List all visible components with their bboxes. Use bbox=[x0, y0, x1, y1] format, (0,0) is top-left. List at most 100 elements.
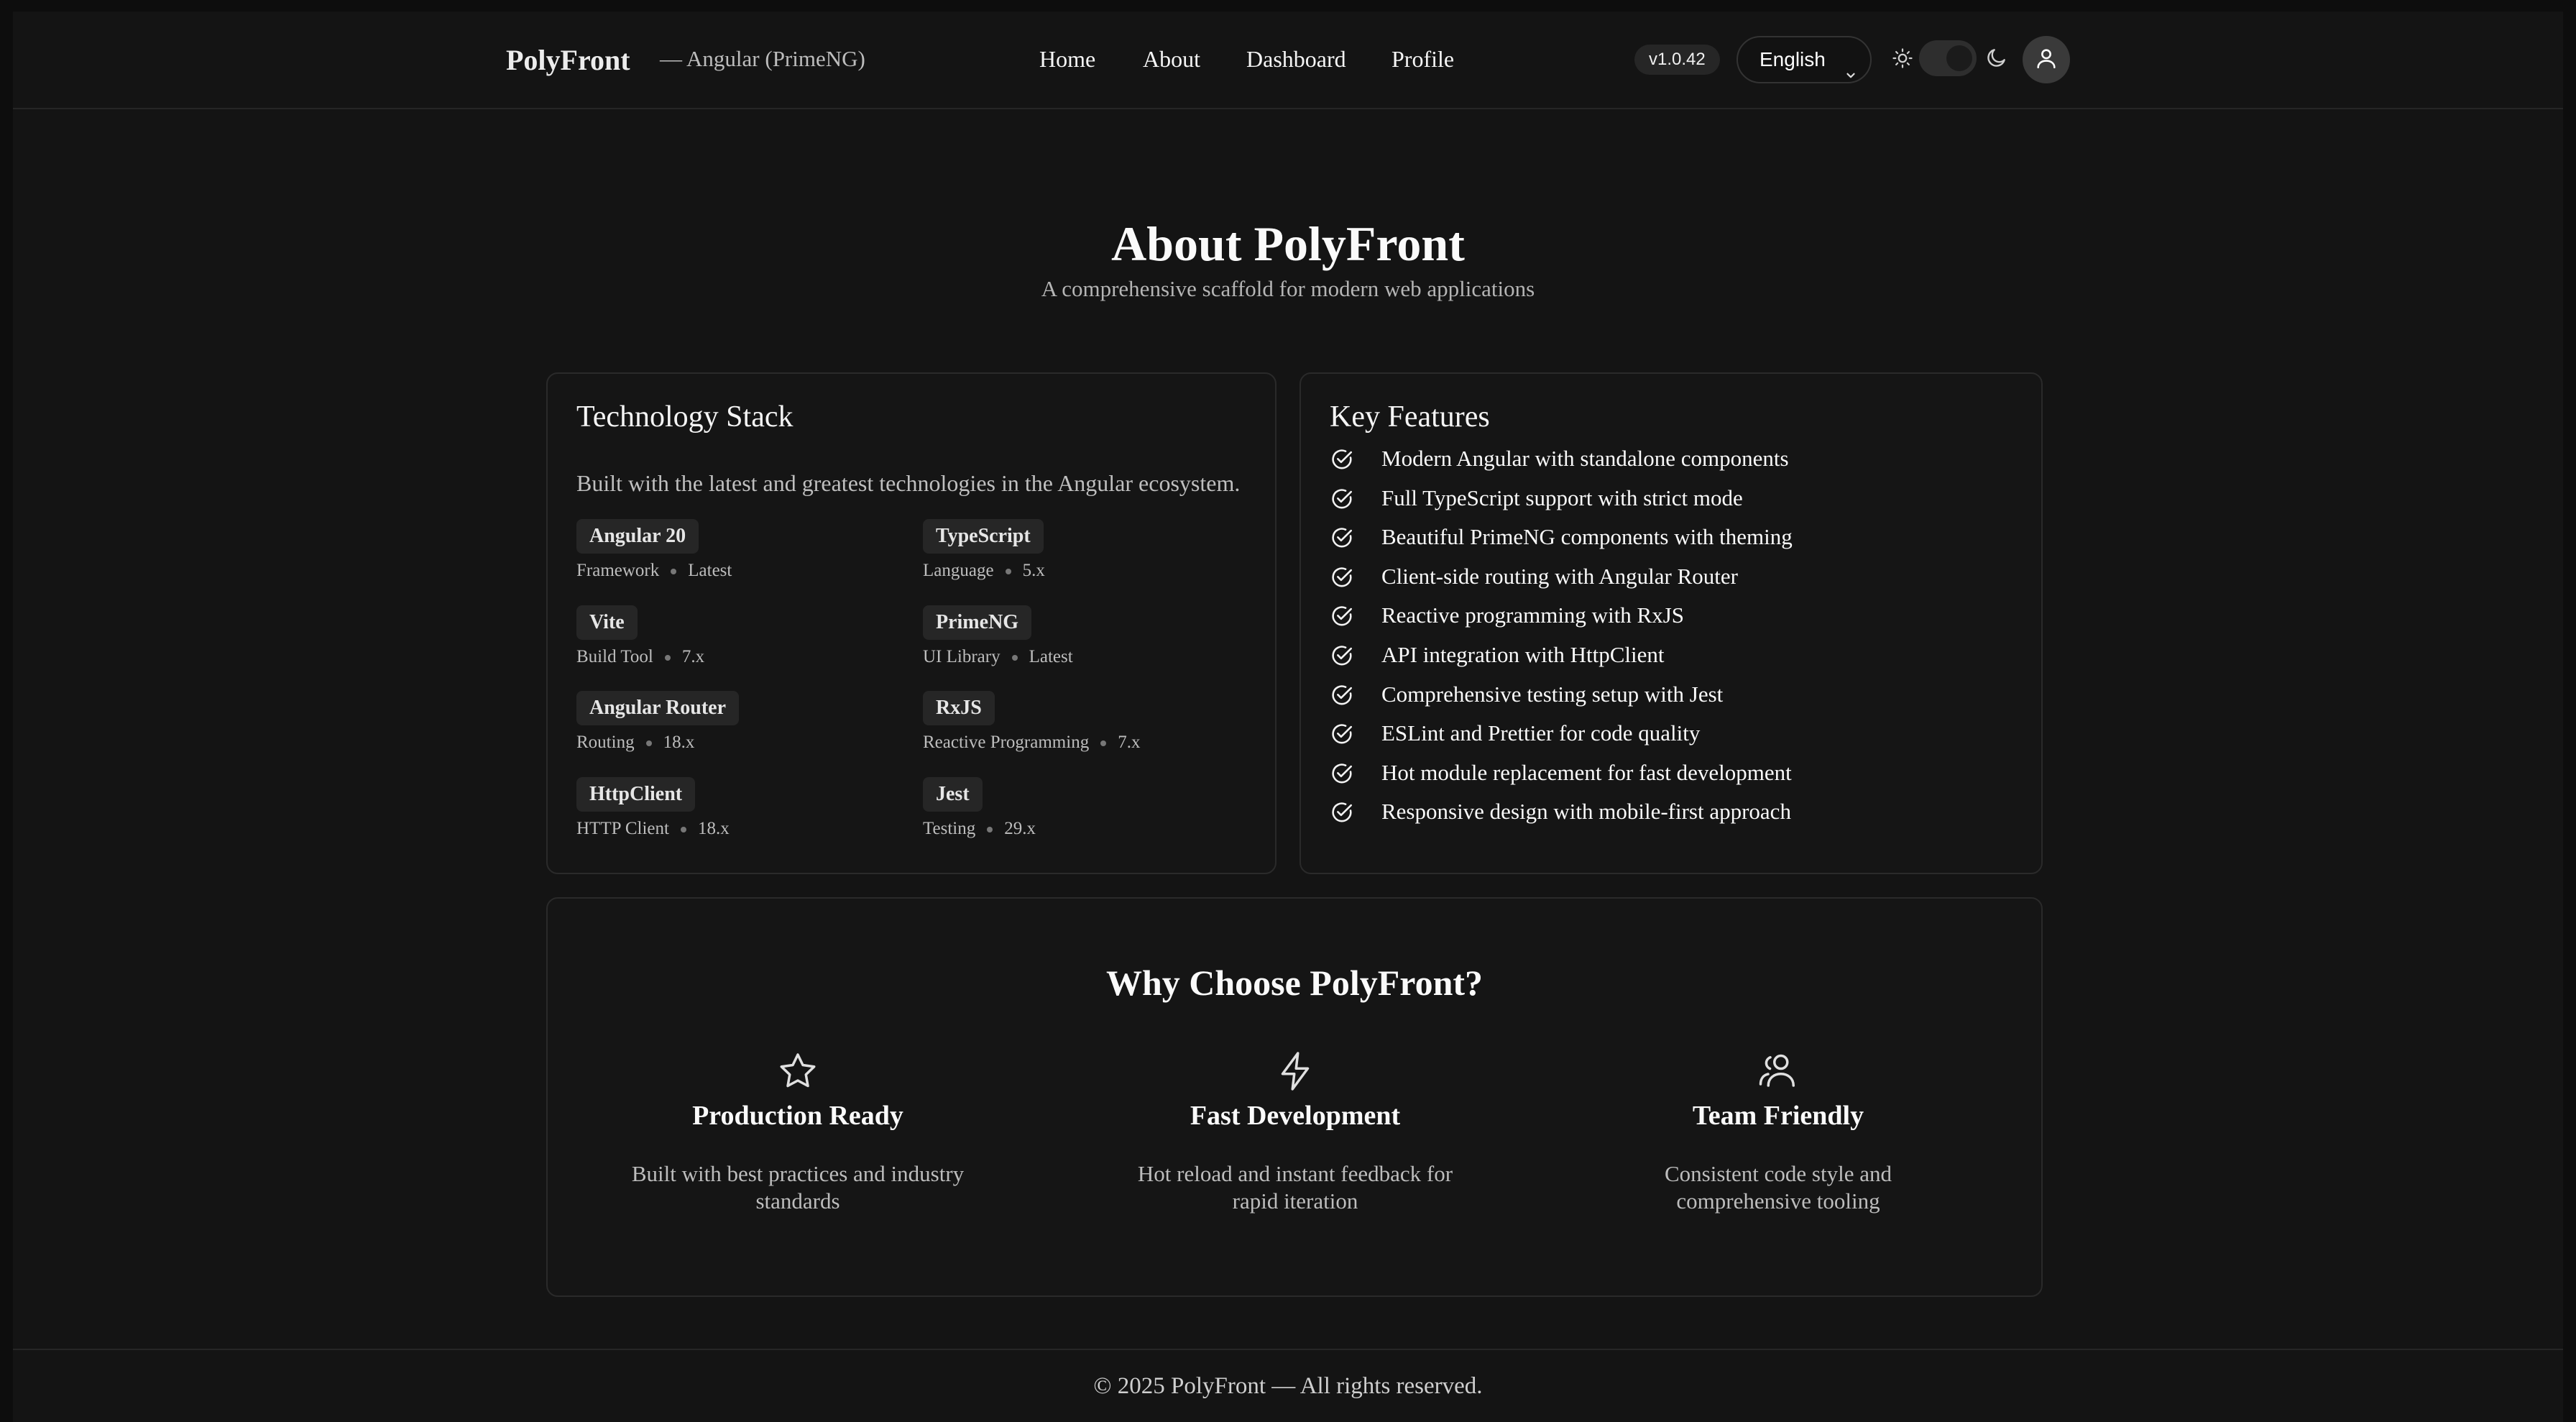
tech-version: 29.x bbox=[1004, 819, 1036, 838]
feature-text: Responsive design with mobile-first appr… bbox=[1381, 799, 1791, 825]
user-icon bbox=[2034, 46, 2058, 74]
tech-chip: HttpClient bbox=[576, 777, 696, 812]
nav-home[interactable]: Home bbox=[1039, 46, 1095, 73]
separator-dot bbox=[664, 655, 671, 661]
feature-text: Modern Angular with standalone component… bbox=[1381, 446, 1789, 471]
tech-version: Latest bbox=[1029, 647, 1073, 666]
feature-item: Responsive design with mobile-first appr… bbox=[1330, 797, 1793, 837]
tech-item: TypeScript Language 5.x bbox=[923, 519, 1045, 581]
tech-version: 18.x bbox=[697, 819, 730, 838]
benefit-team-friendly: Team Friendly Consistent code style and … bbox=[1563, 1050, 1994, 1215]
check-circle-icon bbox=[1330, 643, 1354, 675]
tech-category: Testing bbox=[923, 819, 976, 838]
feature-text: Client-side routing with Angular Router bbox=[1381, 563, 1738, 589]
check-circle-icon bbox=[1330, 526, 1354, 557]
brand-logo[interactable]: PolyFront bbox=[506, 43, 630, 77]
feature-text: Comprehensive testing setup with Jest bbox=[1381, 681, 1724, 707]
tech-chip: Angular 20 bbox=[576, 519, 699, 554]
benefit-description: Consistent code style and comprehensive … bbox=[1665, 1161, 1892, 1214]
separator-dot bbox=[1005, 569, 1011, 575]
nav-about[interactable]: About bbox=[1143, 46, 1200, 73]
tech-meta: Language 5.x bbox=[923, 561, 1045, 581]
chevron-down-icon bbox=[1844, 53, 1857, 98]
separator-dot bbox=[1100, 740, 1107, 747]
feature-item: Comprehensive testing setup with Jest bbox=[1330, 680, 1793, 720]
check-circle-icon bbox=[1330, 761, 1354, 793]
moon-icon bbox=[1985, 46, 2008, 73]
language-select[interactable]: English bbox=[1736, 36, 1872, 83]
separator-dot bbox=[987, 827, 993, 833]
tech-chip: PrimeNG bbox=[923, 605, 1032, 640]
footer-copyright: © 2025 PolyFront — All rights reserved. bbox=[1093, 1373, 1483, 1399]
tech-item: Angular 20 Framework Latest bbox=[576, 519, 732, 581]
user-avatar-button[interactable] bbox=[2023, 36, 2070, 83]
check-circle-icon bbox=[1330, 447, 1354, 479]
tech-category: Reactive Programming bbox=[923, 733, 1090, 752]
tech-stack-card: Technology Stack Built with the latest a… bbox=[546, 372, 1276, 874]
nav-profile[interactable]: Profile bbox=[1392, 46, 1454, 73]
tech-meta: HTTP Client 18.x bbox=[576, 819, 730, 839]
separator-dot bbox=[680, 827, 686, 833]
tech-category: Build Tool bbox=[576, 647, 653, 666]
tech-version: 18.x bbox=[663, 733, 695, 752]
tech-chip: TypeScript bbox=[923, 519, 1044, 554]
feature-item: ESLint and Prettier for code quality bbox=[1330, 719, 1793, 758]
version-badge: v1.0.42 bbox=[1634, 45, 1720, 75]
page-subtitle: A comprehensive scaffold for modern web … bbox=[1041, 276, 1535, 301]
key-features-card: Key Features Modern Angular with standal… bbox=[1300, 372, 2043, 874]
separator-dot bbox=[1011, 655, 1018, 661]
feature-text: ESLint and Prettier for code quality bbox=[1381, 720, 1701, 746]
tech-stack-title: Technology Stack bbox=[576, 400, 794, 434]
nav-dashboard[interactable]: Dashboard bbox=[1246, 46, 1346, 73]
benefit-title: Production Ready bbox=[692, 1101, 903, 1131]
tech-item: Jest Testing 29.x bbox=[923, 777, 1036, 839]
tech-meta: Testing 29.x bbox=[923, 819, 1036, 839]
feature-list: Modern Angular with standalone component… bbox=[1330, 444, 1793, 837]
theme-toggle-knob bbox=[1946, 45, 1972, 71]
tech-chip: RxJS bbox=[923, 691, 995, 725]
tech-item: Angular Router Routing 18.x bbox=[576, 691, 740, 753]
tech-item: PrimeNG UI Library Latest bbox=[923, 605, 1073, 667]
feature-item: API integration with HttpClient bbox=[1330, 641, 1793, 680]
check-circle-icon bbox=[1330, 487, 1354, 518]
feature-item: Full TypeScript support with strict mode bbox=[1330, 484, 1793, 523]
team-icon bbox=[1563, 1050, 1994, 1093]
feature-text: Beautiful PrimeNG components with themin… bbox=[1381, 524, 1793, 550]
feature-item: Modern Angular with standalone component… bbox=[1330, 444, 1793, 484]
feature-text: Full TypeScript support with strict mode bbox=[1381, 485, 1743, 510]
benefit-production-ready: Production Ready Built with best practic… bbox=[582, 1050, 1013, 1215]
feature-item: Beautiful PrimeNG components with themin… bbox=[1330, 523, 1793, 562]
check-circle-icon bbox=[1330, 604, 1354, 636]
separator-dot bbox=[645, 740, 652, 747]
tech-item: RxJS Reactive Programming 7.x bbox=[923, 691, 1140, 753]
tech-version: 7.x bbox=[1118, 733, 1141, 752]
tech-version: 7.x bbox=[681, 647, 705, 666]
tech-chip: Jest bbox=[923, 777, 983, 812]
page-title: About PolyFront bbox=[1111, 216, 1465, 271]
why-choose-card: Why Choose PolyFront? Production Ready B… bbox=[546, 897, 2043, 1297]
tech-category: Framework bbox=[576, 561, 660, 580]
tech-chip: Vite bbox=[576, 605, 638, 640]
check-circle-icon bbox=[1330, 722, 1354, 753]
feature-item: Reactive programming with RxJS bbox=[1330, 601, 1793, 641]
check-circle-icon bbox=[1330, 800, 1354, 832]
tech-meta: Reactive Programming 7.x bbox=[923, 733, 1140, 753]
feature-item: Hot module replacement for fast developm… bbox=[1330, 758, 1793, 798]
tech-item: HttpClient HTTP Client 18.x bbox=[576, 777, 730, 839]
lightning-icon bbox=[1080, 1050, 1511, 1093]
benefit-description: Built with best practices and industry s… bbox=[631, 1161, 965, 1214]
check-circle-icon bbox=[1330, 683, 1354, 715]
theme-toggle[interactable] bbox=[1919, 40, 1977, 76]
top-navbar: PolyFront — Angular (PrimeNG) Home About… bbox=[13, 12, 2563, 109]
footer: © 2025 PolyFront — All rights reserved. bbox=[13, 1349, 2563, 1422]
tech-category: Routing bbox=[576, 733, 635, 752]
tech-version: Latest bbox=[688, 561, 732, 580]
tech-meta: UI Library Latest bbox=[923, 647, 1073, 667]
benefit-title: Fast Development bbox=[1190, 1101, 1401, 1131]
feature-text: API integration with HttpClient bbox=[1381, 641, 1665, 667]
star-icon bbox=[582, 1050, 1013, 1093]
tech-category: Language bbox=[923, 561, 994, 580]
feature-text: Hot module replacement for fast developm… bbox=[1381, 759, 1792, 785]
why-choose-title: Why Choose PolyFront? bbox=[1105, 963, 1484, 1003]
feature-text: Reactive programming with RxJS bbox=[1381, 602, 1685, 628]
